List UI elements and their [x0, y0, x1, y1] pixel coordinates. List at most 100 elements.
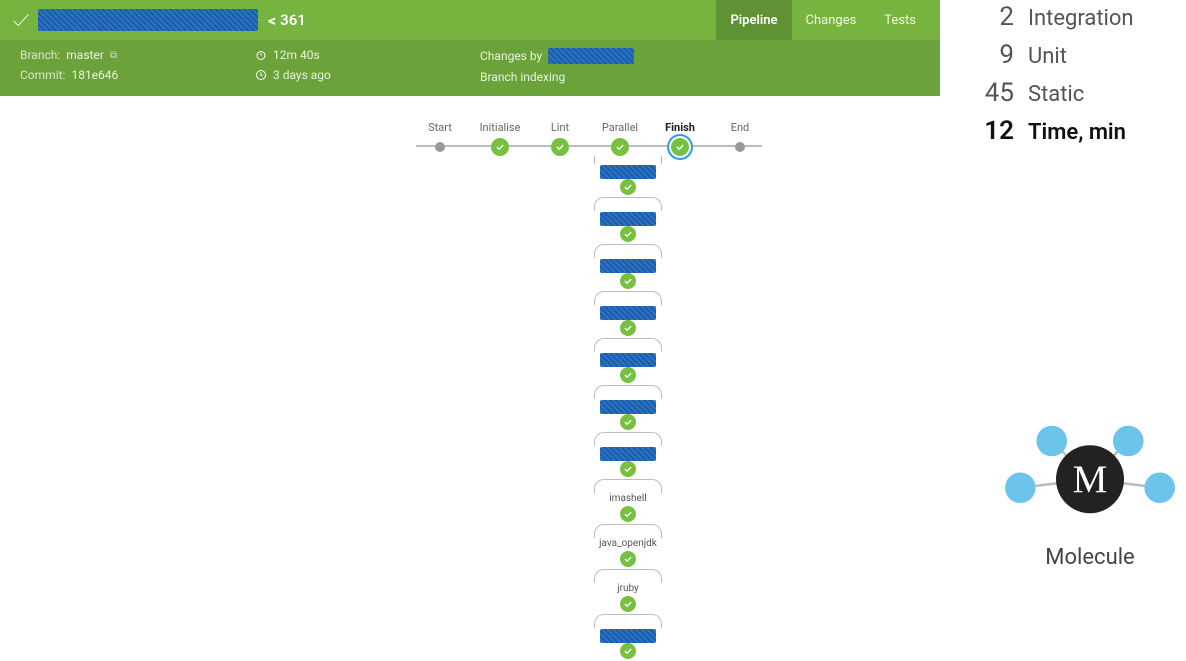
stages-row: Start Initialise Lint Parallel Finish En… [410, 121, 770, 156]
parallel-step[interactable]: jruby [594, 569, 662, 614]
chevron-left-icon[interactable]: < [268, 11, 276, 30]
pipeline-graph: Start Initialise Lint Parallel Finish En… [0, 96, 940, 596]
parallel-step-node [620, 643, 636, 659]
parallel-step[interactable] [594, 385, 662, 432]
pipeline-connector-line [416, 145, 762, 147]
check-icon [495, 142, 505, 152]
check-icon [555, 142, 565, 152]
build-number[interactable]: 361 [280, 11, 306, 29]
parallel-step[interactable] [594, 338, 662, 385]
stat-label: Static [1028, 82, 1084, 107]
status-check-icon [10, 9, 32, 31]
tab-changes[interactable]: Changes [792, 0, 871, 40]
branch-value[interactable]: master [66, 48, 104, 62]
age-row: 3 days ago [255, 68, 480, 82]
stage-parallel[interactable]: Parallel [590, 121, 650, 156]
stat-row: 9Unit [970, 40, 1180, 70]
stat-row: 2 Integration [970, 2, 1180, 32]
parallel-step-node [620, 414, 636, 430]
author-redacted [548, 48, 634, 64]
branch-connector [594, 432, 662, 446]
branch-connector [594, 614, 662, 628]
duration-value: 12m 40s [273, 48, 320, 62]
branch-connector [594, 291, 662, 305]
check-icon [623, 370, 633, 380]
parallel-step-node [620, 226, 636, 242]
branch-indexing-row: Branch indexing [480, 70, 920, 84]
stopwatch-icon [255, 49, 267, 61]
check-icon [623, 323, 633, 333]
parallel-step[interactable] [594, 197, 662, 244]
parallel-step[interactable] [594, 156, 662, 197]
parallel-step-label-redacted [600, 447, 656, 461]
stats-panel: 2Integration9Unit45Static12Time, min [970, 2, 1180, 154]
check-icon [623, 276, 633, 286]
check-icon [623, 554, 633, 564]
svg-text:M: M [1073, 458, 1108, 501]
parallel-step-label: imashell [609, 493, 646, 507]
parallel-step-node [620, 551, 636, 567]
parallel-step[interactable] [594, 432, 662, 479]
parallel-step[interactable] [594, 291, 662, 338]
stage-end-node [735, 142, 745, 152]
branch-connector [594, 156, 662, 164]
external-link-icon[interactable]: ⧉ [110, 50, 117, 61]
branch-connector [594, 197, 662, 211]
parallel-step-label-redacted [600, 629, 656, 643]
branch-label: Branch: [20, 48, 60, 62]
stage-start[interactable]: Start [410, 121, 470, 156]
stat-label: Integration [1028, 6, 1134, 31]
stat-number: 2 [970, 2, 1014, 32]
duration-row: 12m 40s [255, 48, 480, 62]
molecule-label: Molecule [1000, 545, 1180, 570]
parallel-step-node [620, 367, 636, 383]
parallel-step[interactable] [594, 614, 662, 661]
molecule-icon: M [1005, 405, 1175, 545]
tab-tests[interactable]: Tests [870, 0, 930, 40]
check-icon [623, 229, 633, 239]
stage-end-label: End [731, 121, 750, 134]
stat-number: 45 [970, 78, 1014, 108]
parallel-step-node [620, 461, 636, 477]
stage-end[interactable]: End [710, 121, 770, 156]
branch-connector [594, 479, 662, 493]
commit-value[interactable]: 181e646 [71, 68, 118, 82]
age-value: 3 days ago [273, 68, 331, 82]
parallel-step[interactable]: java_openjdk [594, 524, 662, 569]
stage-finish[interactable]: Finish [650, 121, 710, 156]
parallel-step-label-redacted [600, 212, 656, 226]
parallel-step[interactable] [594, 244, 662, 291]
parallel-step-label: jruby [617, 583, 639, 597]
check-icon [623, 182, 633, 192]
stage-parallel-node [611, 138, 629, 156]
parallel-step[interactable]: imashell [594, 479, 662, 524]
branch-connector [594, 385, 662, 399]
stage-lint-label: Lint [551, 121, 569, 134]
tab-pipeline[interactable]: Pipeline [716, 0, 791, 40]
check-icon [623, 464, 633, 474]
stage-finish-label: Finish [665, 121, 695, 134]
check-icon [623, 599, 633, 609]
parallel-step-label-redacted [600, 306, 656, 320]
parallel-step-label-redacted [600, 353, 656, 367]
stat-label: Unit [1028, 44, 1067, 69]
branch-connector [594, 244, 662, 258]
stage-lint[interactable]: Lint [530, 121, 590, 156]
stage-initialise-label: Initialise [480, 121, 521, 134]
parallel-step-node [620, 596, 636, 612]
build-header: < 361 Pipeline Changes Tests Branch: mas… [0, 0, 940, 96]
check-icon [623, 417, 633, 427]
parallel-step-label-redacted [600, 165, 656, 179]
changes-by-row: Changes by [480, 48, 920, 64]
header-top-bar: < 361 Pipeline Changes Tests [0, 0, 940, 40]
check-icon [675, 142, 685, 152]
branch-connector [594, 524, 662, 538]
clock-icon [255, 69, 267, 81]
branch-indexing-label: Branch indexing [480, 70, 565, 84]
stage-initialise-node [491, 138, 509, 156]
parallel-step-node [620, 179, 636, 195]
stage-initialise[interactable]: Initialise [470, 121, 530, 156]
stage-lint-node [551, 138, 569, 156]
commit-row: Commit: 181e646 [20, 68, 255, 82]
stage-start-node [435, 142, 445, 152]
